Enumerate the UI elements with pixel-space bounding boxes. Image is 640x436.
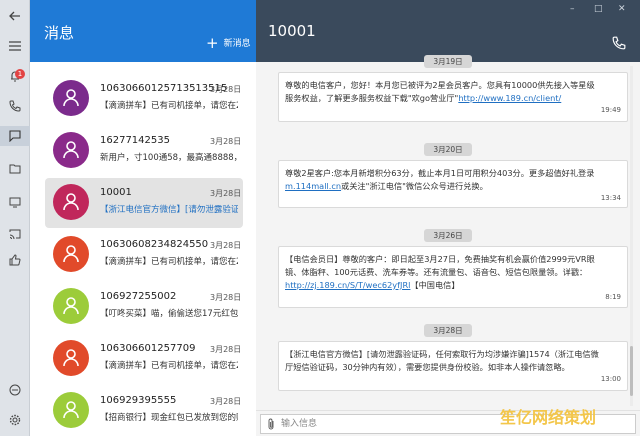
message-text-suffix: 或关注"浙江电信"微信公众号进行兑换。 [341, 181, 488, 191]
notification-badge: 1 [15, 69, 25, 79]
attachment-clip-icon[interactable] [266, 418, 276, 430]
conversation-name: 106929395555 [100, 395, 177, 406]
conversation-date: 3月28日 [210, 241, 242, 250]
conversation-preview: 【滴滴拼车】已有司机接单，请您在20: [100, 101, 238, 111]
chat-title: 10001 [268, 22, 316, 40]
conversation-item[interactable]: 10001 3月28日【浙江电信官方微信】[请勿泄露验证码 [45, 178, 243, 228]
conversation-preview: 【叮咚买菜】喵，偷偷送您17元红包！ [100, 309, 238, 319]
conversation-name: 16277142535 [100, 135, 170, 146]
conversation-preview: 新用户，寸100通58，最高通8888，戳 [100, 153, 238, 163]
conversation-date: 3月28日 [210, 345, 242, 354]
menu-icon[interactable] [7, 38, 23, 54]
new-message-label: 新消息 [223, 39, 251, 49]
date-chip: 3月28日 [424, 324, 472, 337]
conversation-item[interactable]: 16277142535 3月28日新用户，寸100通58，最高通8888，戳 [45, 126, 243, 176]
conversation-preview: 【浙江电信官方微信】[请勿泄露验证码 [100, 205, 238, 215]
avatar-person-icon [53, 236, 89, 272]
message-time: 19:49 [600, 106, 621, 114]
message-link[interactable]: m.114mall.cn [285, 181, 341, 191]
avatar-person-icon [53, 288, 89, 324]
conversation-list-pane: 消息 + 新消息 10630660125713513515 3月28日 【滴滴拼车】… [30, 0, 272, 436]
avatar-person-icon [53, 80, 89, 116]
avatar-person-icon [53, 132, 89, 168]
conversation-name: 10630660125713513515 [100, 83, 228, 94]
message-bubble: 尊敬的电信客户，您好！本月您已被评为2星会员客户。您具有10000供先接入等星级… [278, 72, 628, 122]
message-text: 【电信会员日】尊敬的客户：即日起至3月27日，免费抽奖有机会赢价值2999元VR… [285, 254, 595, 277]
conversation-name: 106927255002 [100, 291, 177, 302]
conversation-name: 1063060823482455​0 [100, 239, 209, 250]
settings-icon[interactable] [7, 412, 23, 428]
chat-scrollbar[interactable] [630, 66, 633, 406]
conversation-item[interactable]: 106927255002 3月28日【叮咚买菜】喵，偷偷送您17元红包！ [45, 282, 243, 332]
screen-icon[interactable] [7, 194, 23, 210]
conversation-date: 3月28日 [210, 293, 242, 302]
avatar-person-icon [53, 184, 89, 220]
minimize-button[interactable]: – [570, 4, 575, 14]
phone-icon[interactable] [7, 98, 23, 114]
nav-rail: 1 [0, 0, 30, 436]
date-chip: 3月20日 [424, 143, 472, 156]
cast-icon[interactable] [7, 226, 23, 242]
maximize-button[interactable]: □ [594, 4, 603, 14]
date-chip: 3月19日 [424, 55, 472, 68]
conversation-preview: 【滴滴拼车】已有司机接单，请您在20: [100, 361, 238, 371]
thumbs-up-icon[interactable] [7, 252, 23, 268]
message-bubble: 尊敬2星客户:您本月新增积分63分，截止本月1日可用积分403分。更多超值好礼登… [278, 160, 628, 208]
message-text: 尊敬2星客户:您本月新增积分63分，截止本月1日可用积分403分。更多超值好礼登… [285, 168, 595, 178]
date-chip: 3月26日 [424, 229, 472, 242]
message-bubble: 【浙江电信官方微信】[请勿泄露验证码，任何索取行为均涉嫌诈骗]1574（浙江电信… [278, 341, 628, 391]
conversation-name: 10001 [100, 187, 132, 198]
message-link[interactable]: http://www.189.cn/client/ [458, 93, 561, 103]
conversation-item[interactable]: 106929395555 3月28日【招商银行】现金红包已发放到您的账户 [45, 386, 243, 436]
message-text-suffix: 【中国电信】 [410, 280, 460, 290]
conversation-date: 3月28日 [210, 137, 242, 146]
chat-pane: 10001 – □ ✕ 3月19日 尊敬的电信客户，您好！本月您已被评为2星会员… [256, 0, 640, 436]
conversation-item[interactable]: 1063060823482455​0 3月28日【滴滴拼车】已有司机接单，请您在2… [45, 230, 243, 280]
conversation-date: 3月28日 [210, 397, 242, 406]
avatar-person-icon [53, 392, 89, 428]
close-button[interactable]: ✕ [618, 4, 626, 14]
minus-circle-icon[interactable] [7, 382, 23, 398]
conversation-item[interactable]: 106306601257709 3月28日【滴滴拼车】已有司机接单，请您在20: [45, 334, 243, 384]
message-time: 8:19 [605, 293, 621, 301]
conversation-item[interactable]: 10630660125713513515 3月28日【滴滴拼车】已有司机接单，请您… [45, 74, 243, 124]
message-time: 13:00 [600, 375, 621, 383]
message-bubble: 【电信会员日】尊敬的客户：即日起至3月27日，免费抽奖有机会赢价值2999元VR… [278, 246, 628, 308]
chat-icon[interactable] [0, 126, 30, 146]
conversation-name: 106306601257709 [100, 343, 196, 354]
conversation-date: 3月28日 [210, 85, 242, 94]
message-text: 【浙江电信官方微信】[请勿泄露验证码，任何索取行为均涉嫌诈骗]1574（浙江电信… [285, 349, 599, 372]
call-phone-icon[interactable] [612, 36, 628, 52]
page-title: 消息 [44, 24, 75, 42]
message-time: 13:34 [600, 194, 621, 202]
list-header: 消息 + 新消息 [30, 0, 256, 62]
chat-header: 10001 – □ ✕ [256, 0, 640, 62]
message-link[interactable]: http://zj.189.cn/S/T/wec62yfJRl [285, 280, 410, 290]
watermark-logo: 笙亿网络策划 [500, 408, 597, 427]
conversation-preview: 【招商银行】现金红包已发放到您的账户 [100, 413, 238, 423]
conversation-date: 3月28日 [210, 189, 242, 198]
back-arrow-icon[interactable] [7, 8, 23, 24]
plus-icon: + [206, 33, 219, 52]
folder-icon[interactable] [7, 160, 23, 176]
avatar-person-icon [53, 340, 89, 376]
conversation-preview: 【滴滴拼车】已有司机接单，请您在20: [100, 257, 238, 267]
new-message-button[interactable]: + 新消息 [206, 33, 251, 52]
